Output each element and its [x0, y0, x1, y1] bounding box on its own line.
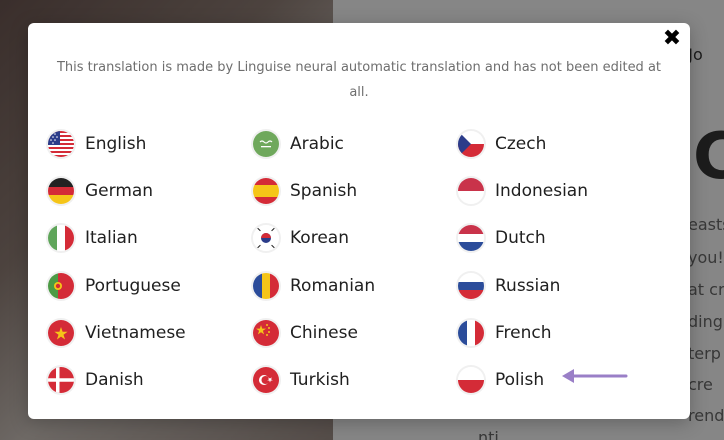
language-label: Indonesian: [495, 181, 588, 202]
language-label: French: [495, 322, 552, 343]
language-option-dutch[interactable]: Dutch: [458, 218, 663, 258]
language-label: Chinese: [290, 322, 358, 343]
china-flag-icon: [253, 319, 279, 346]
language-option-french[interactable]: French: [458, 313, 663, 353]
germany-flag-icon: [48, 178, 74, 205]
close-button[interactable]: ✖: [661, 28, 683, 50]
arrow-left-icon: [562, 369, 628, 383]
language-label: Danish: [85, 369, 144, 390]
language-label: Italian: [85, 228, 138, 249]
language-label: Russian: [495, 275, 561, 296]
language-label: Czech: [495, 134, 547, 154]
language-label: Dutch: [495, 228, 546, 249]
us-flag-icon: [48, 131, 74, 157]
spain-flag-icon: [253, 178, 279, 205]
language-option-english[interactable]: English: [48, 124, 253, 164]
language-label: Korean: [290, 228, 349, 249]
language-option-chinese[interactable]: Chinese: [253, 313, 458, 353]
language-option-russian[interactable]: Russian: [458, 266, 663, 306]
translation-notice: This translation is made by Linguise neu…: [56, 60, 662, 100]
language-label: Vietnamese: [85, 322, 186, 343]
romania-flag-icon: [253, 272, 279, 299]
language-option-german[interactable]: German: [48, 171, 253, 211]
arabic-flag-icon: [253, 131, 279, 157]
language-option-spanish[interactable]: Spanish: [253, 171, 458, 211]
language-label: Romanian: [290, 275, 376, 296]
language-option-romanian[interactable]: Romanian: [253, 266, 458, 306]
language-modal: ✖ This translation is made by Linguise n…: [28, 23, 690, 419]
vietnam-flag-icon: [48, 319, 74, 346]
language-label: Polish: [495, 369, 545, 390]
netherlands-flag-icon: [458, 225, 484, 252]
language-option-portuguese[interactable]: Portuguese: [48, 266, 253, 306]
poland-flag-icon: [458, 366, 484, 393]
russia-flag-icon: [458, 272, 484, 299]
portugal-flag-icon: [48, 272, 74, 299]
korea-flag-icon: [253, 225, 279, 252]
language-option-vietnamese[interactable]: Vietnamese: [48, 313, 253, 353]
denmark-flag-icon: [48, 366, 74, 393]
language-option-czech[interactable]: Czech: [458, 124, 663, 164]
language-label: German: [85, 181, 154, 202]
language-option-turkish[interactable]: Turkish: [253, 360, 458, 400]
turkey-flag-icon: [253, 366, 279, 393]
italy-flag-icon: [48, 225, 74, 252]
czech-flag-icon: [458, 131, 484, 157]
language-option-danish[interactable]: Danish: [48, 360, 253, 400]
language-label: Portuguese: [85, 275, 181, 296]
france-flag-icon: [458, 319, 484, 346]
language-option-italian[interactable]: Italian: [48, 218, 253, 258]
language-option-korean[interactable]: Korean: [253, 218, 458, 258]
language-label: Arabic: [290, 134, 344, 154]
language-label: Spanish: [290, 181, 358, 202]
language-option-indonesian[interactable]: Indonesian: [458, 171, 663, 211]
language-label: Turkish: [290, 369, 350, 390]
language-option-arabic[interactable]: Arabic: [253, 124, 458, 164]
language-label: English: [85, 134, 147, 154]
indonesia-flag-icon: [458, 178, 484, 205]
